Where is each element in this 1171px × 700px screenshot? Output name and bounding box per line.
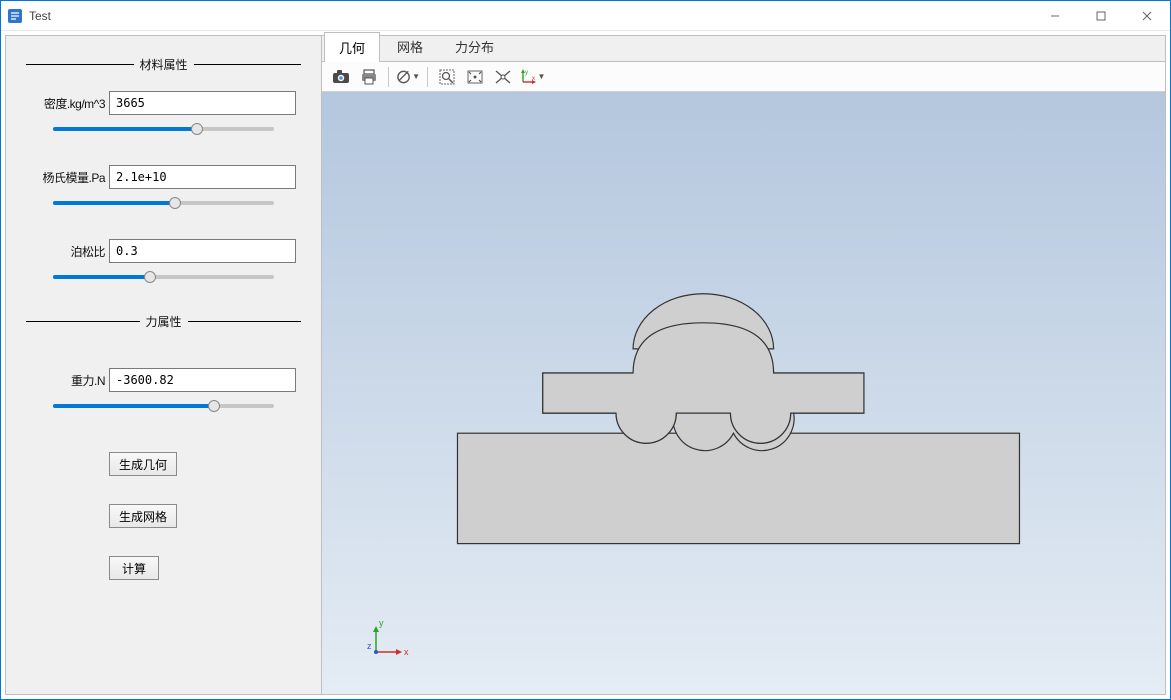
window-controls	[1032, 1, 1170, 30]
poisson-input[interactable]	[109, 239, 296, 263]
camera-icon[interactable]	[328, 65, 354, 89]
young-label: 杨氏模量.Pa	[31, 169, 109, 186]
car-shape	[543, 294, 864, 451]
axis-z-label: z	[367, 641, 372, 651]
density-row: 密度.kg/m^3	[31, 91, 296, 115]
slider-thumb[interactable]	[208, 400, 220, 412]
divider	[26, 321, 140, 322]
gravity-input[interactable]	[109, 368, 296, 392]
axis-x-label: x	[404, 647, 409, 657]
orient-icon[interactable]	[490, 65, 516, 89]
young-slider[interactable]	[53, 195, 274, 211]
calculate-button[interactable]: 计算	[109, 556, 159, 580]
density-slider[interactable]	[53, 121, 274, 137]
chevron-down-icon: ▼	[412, 72, 420, 81]
slider-fill	[53, 127, 197, 131]
group-label-force: 力属性	[140, 313, 188, 330]
divider	[26, 64, 134, 65]
window-title: Test	[29, 9, 1032, 23]
titlebar: Test	[1, 1, 1170, 31]
density-input[interactable]	[109, 91, 296, 115]
young-input[interactable]	[109, 165, 296, 189]
gravity-label: 重力.N	[31, 372, 109, 389]
content-area: 材料属性 密度.kg/m^3 杨氏模量.Pa	[5, 35, 1166, 695]
app-icon	[7, 8, 23, 24]
viewer-panel: 几何 网格 力分布 ▼	[321, 36, 1165, 694]
print-icon[interactable]	[356, 65, 382, 89]
toolbar-separator	[388, 67, 389, 87]
slider-fill	[53, 201, 175, 205]
minimize-button[interactable]	[1032, 1, 1078, 30]
poisson-label: 泊松比	[31, 243, 109, 260]
group-header-material: 材料属性	[26, 56, 301, 73]
gravity-slider[interactable]	[53, 398, 274, 414]
properties-panel: 材料属性 密度.kg/m^3 杨氏模量.Pa	[6, 36, 321, 694]
density-label: 密度.kg/m^3	[31, 95, 109, 112]
close-button[interactable]	[1124, 1, 1170, 30]
poisson-row: 泊松比	[31, 239, 296, 263]
slider-fill	[53, 275, 150, 279]
gravity-row: 重力.N	[31, 368, 296, 392]
divider	[194, 64, 302, 65]
group-header-force: 力属性	[26, 313, 301, 330]
group-label-material: 材料属性	[134, 56, 194, 73]
slider-thumb[interactable]	[144, 271, 156, 283]
generate-mesh-button[interactable]: 生成网格	[109, 504, 177, 528]
axis-triad: x y z	[362, 614, 412, 664]
axis-y-label: y	[379, 618, 384, 628]
toolbar-separator	[427, 67, 428, 87]
tab-mesh[interactable]: 网格	[382, 31, 438, 61]
base-slab	[457, 433, 1019, 543]
render-mode-icon[interactable]: ▼	[395, 65, 421, 89]
slider-thumb[interactable]	[169, 197, 181, 209]
viewer-toolbar: ▼ y x	[322, 62, 1165, 92]
chevron-down-icon: ▼	[538, 72, 546, 81]
fit-view-icon[interactable]	[462, 65, 488, 89]
slider-thumb[interactable]	[191, 123, 203, 135]
slider-fill	[53, 404, 214, 408]
divider	[188, 321, 302, 322]
svg-text:y: y	[525, 70, 528, 76]
maximize-button[interactable]	[1078, 1, 1124, 30]
tabbar: 几何 网格 力分布	[322, 36, 1165, 62]
svg-text:x: x	[532, 76, 535, 82]
axes-preset-icon[interactable]: y x ▼	[518, 65, 546, 89]
young-row: 杨氏模量.Pa	[31, 165, 296, 189]
generate-geometry-button[interactable]: 生成几何	[109, 452, 177, 476]
zoom-area-icon[interactable]	[434, 65, 460, 89]
app-window: Test 材料属性 密度.kg/m^3 杨氏	[0, 0, 1171, 700]
poisson-slider[interactable]	[53, 269, 274, 285]
geometry-scene	[322, 92, 1165, 694]
tab-geometry[interactable]: 几何	[324, 32, 380, 62]
viewport[interactable]: x y z	[322, 92, 1165, 694]
tab-force[interactable]: 力分布	[440, 31, 509, 61]
